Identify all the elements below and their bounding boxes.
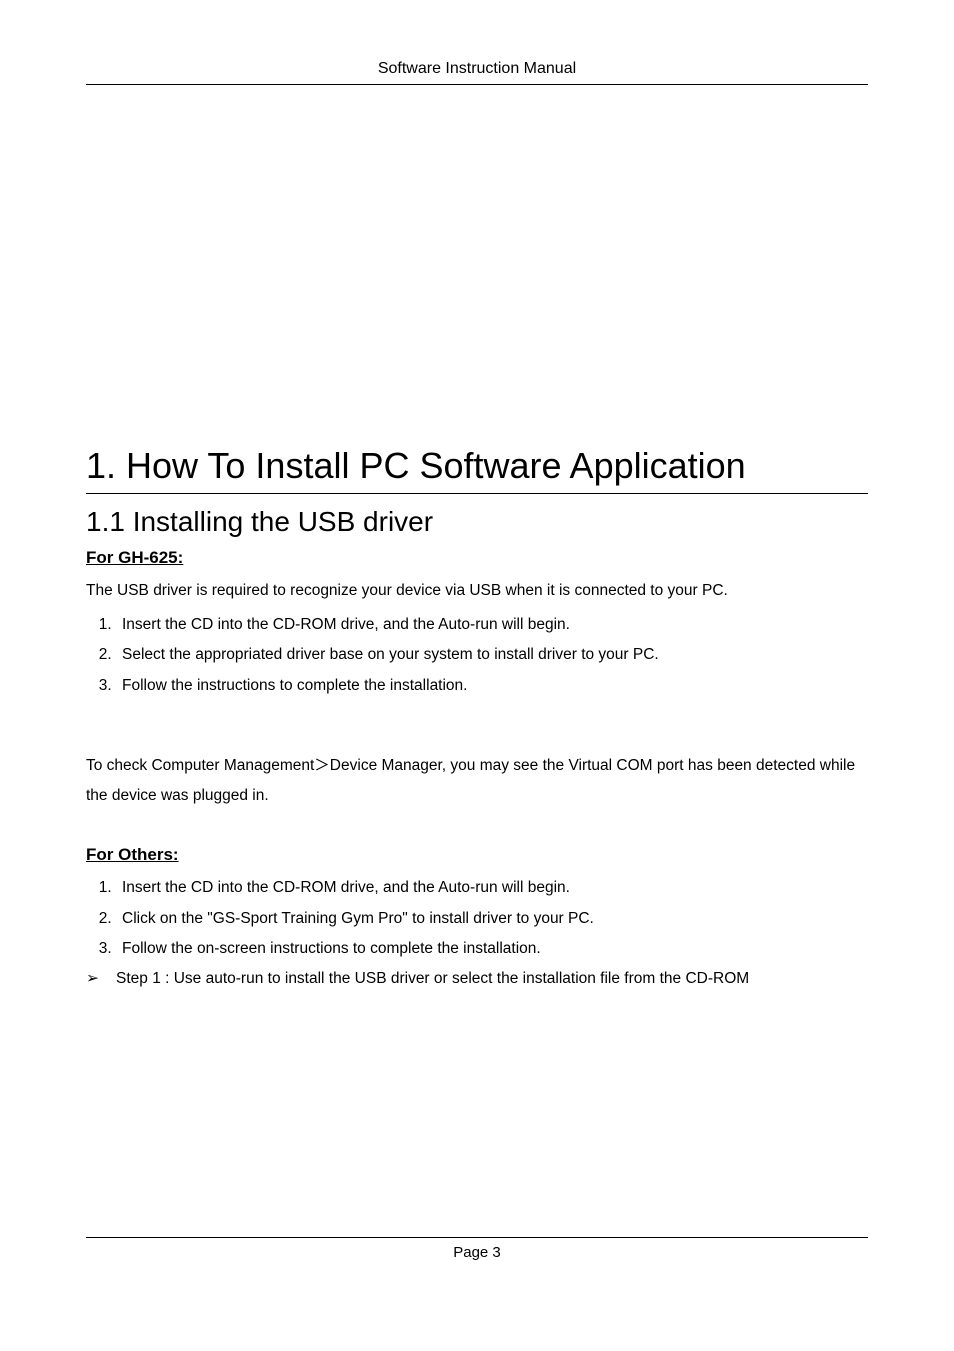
intro-paragraph: The USB driver is required to recognize … — [86, 576, 868, 606]
list-item: Click on the "GS-Sport Training Gym Pro"… — [116, 904, 868, 934]
heading-1: 1. How To Install PC Software Applicatio… — [86, 445, 868, 487]
header-title: Software Instruction Manual — [378, 60, 576, 77]
step-bullet: ➢ Step 1 : Use auto-run to install the U… — [86, 964, 868, 994]
step-bullet-text: Step 1 : Use auto-run to install the USB… — [116, 964, 749, 994]
post-paragraph: To check Computer Management＞Device Mana… — [86, 751, 868, 811]
list-item: Insert the CD into the CD-ROM drive, and… — [116, 610, 868, 640]
subhead-others: For Others: — [86, 845, 868, 865]
list-others: Insert the CD into the CD-ROM drive, and… — [86, 873, 868, 964]
bullet-marker-icon: ➢ — [86, 964, 116, 994]
list-gh625: Insert the CD into the CD-ROM drive, and… — [86, 610, 868, 701]
heading-1-rule — [86, 493, 868, 494]
page-number: Page 3 — [453, 1244, 501, 1261]
heading-2: 1.1 Installing the USB driver — [86, 506, 868, 538]
list-item: Insert the CD into the CD-ROM drive, and… — [116, 873, 868, 903]
list-item: Select the appropriated driver base on y… — [116, 640, 868, 670]
page-header: Software Instruction Manual — [86, 60, 868, 85]
list-item: Follow the instructions to complete the … — [116, 671, 868, 701]
list-item: Follow the on-screen instructions to com… — [116, 934, 868, 964]
page-footer: Page 3 — [86, 1237, 868, 1261]
subhead-gh625: For GH-625: — [86, 548, 868, 568]
